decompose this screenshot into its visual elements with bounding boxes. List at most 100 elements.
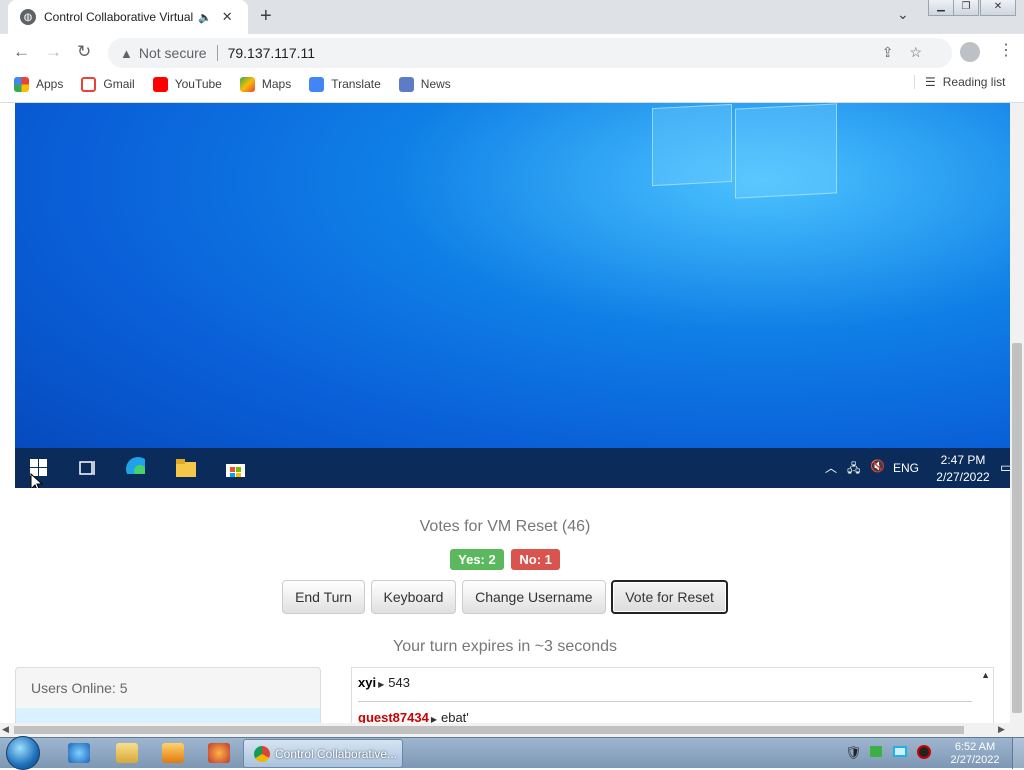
task-label: Control Collaborative... [275, 746, 398, 761]
folder-icon[interactable] [116, 743, 138, 763]
bookmarks-bar: Apps Gmail YouTube Maps Translate News [0, 72, 1024, 96]
address-bar[interactable]: ▲ Not secure 79.137.117.11 ⇪☆ [108, 38, 952, 68]
host-date: 2/27/2022 [950, 754, 1000, 766]
turn-timer: Your turn expires in ~3 seconds [393, 638, 617, 655]
scrollbar-thumb[interactable] [1012, 343, 1022, 713]
app-icon[interactable] [208, 743, 230, 763]
browser-tab[interactable]: ◍ Control Collaborative Virtual 🔈 ✕ [8, 0, 248, 34]
gmail-icon [81, 76, 97, 92]
translate-icon [309, 76, 325, 92]
kebab-menu-icon[interactable]: ⋮ [998, 40, 1014, 60]
arrow-right-icon: ▶ [378, 680, 385, 689]
minimize-button[interactable]: ▁ [928, 0, 954, 16]
forward-icon[interactable]: → [45, 42, 62, 62]
bookmark-gmail[interactable]: Gmail [81, 76, 135, 92]
tab-title: Control Collaborative Virtual [44, 10, 194, 24]
audio-icon[interactable]: 🔈 [198, 11, 212, 24]
internet-explorer-icon[interactable] [68, 743, 90, 763]
reading-list-icon: ☰ [925, 75, 936, 89]
network-icon[interactable]: 🖧 [847, 459, 860, 480]
scrollbar-thumb[interactable] [14, 726, 964, 734]
news-icon [398, 76, 414, 92]
bookmark-maps[interactable]: Maps [239, 76, 291, 92]
users-online-header: Users Online: 5 [31, 680, 128, 696]
vm-taskbar: ︿ 🖧 🔇 ENG 2:47 PM 2/27/2022 ▭ [15, 448, 1010, 488]
volume-muted-icon[interactable]: 🔇 [870, 459, 885, 473]
store-icon[interactable] [225, 459, 245, 477]
user-list-item[interactable] [16, 708, 320, 723]
edge-icon[interactable] [125, 456, 145, 474]
no-votes-badge: No: 1 [511, 549, 560, 570]
notification-icon[interactable]: ▭ [1000, 459, 1010, 476]
chevron-up-icon[interactable]: ︿ [825, 459, 837, 476]
chat-text: ebat' [440, 710, 469, 723]
volume-icon[interactable] [917, 745, 931, 759]
keyboard-button[interactable]: Keyboard [370, 580, 457, 614]
taskbar-chrome-task[interactable]: Control Collaborative... [243, 739, 403, 768]
flag-icon[interactable] [870, 746, 882, 757]
chat-username[interactable]: guest87434 [358, 710, 429, 723]
profile-avatar[interactable] [960, 42, 980, 62]
change-username-button[interactable]: Change Username [462, 580, 606, 614]
divider [216, 45, 218, 61]
horizontal-scrollbar[interactable]: ◀ ▶ [0, 723, 1024, 737]
apps-grid-icon [14, 76, 29, 92]
divider [358, 701, 972, 702]
reading-list-button[interactable]: ☰ Reading list [914, 75, 1005, 89]
scroll-right-icon[interactable]: ▶ [998, 724, 1005, 735]
media-player-icon[interactable] [162, 743, 184, 763]
maps-icon [239, 76, 255, 92]
chevron-down-icon[interactable]: ⌄ [897, 6, 909, 23]
windows-logo-pane [652, 103, 732, 187]
host-clock[interactable]: 6:52 AM 2/27/2022 [940, 741, 1010, 767]
tab-close-icon[interactable]: ✕ [222, 9, 233, 25]
page-viewport: ︿ 🖧 🔇 ENG 2:47 PM 2/27/2022 ▭ Votes for … [0, 103, 1010, 723]
bookmark-apps[interactable]: Apps [14, 76, 63, 92]
vm-clock-time: 2:47 PM [940, 453, 986, 467]
network-icon[interactable] [893, 746, 907, 757]
chat-message: xyi ▶ 543 [358, 675, 410, 690]
start-orb-icon[interactable] [6, 736, 40, 770]
browser-toolbar: ← → ↻ ▲ Not secure 79.137.117.11 ⇪☆ [0, 34, 1024, 72]
chat-message: guest87434 ▶ ebat' [358, 710, 469, 723]
youtube-icon [152, 76, 168, 92]
chat-text: 543 [388, 675, 410, 690]
close-window-button[interactable]: ✕ [980, 0, 1016, 16]
host-time: 6:52 AM [954, 741, 996, 753]
scroll-left-icon[interactable]: ◀ [2, 724, 9, 735]
task-view-icon[interactable] [78, 459, 98, 477]
maximize-button[interactable]: ❐ [953, 0, 979, 16]
file-explorer-icon[interactable] [176, 459, 196, 477]
bookmark-news[interactable]: News [398, 76, 451, 92]
chat-panel: xyi ▶ 543 guest87434 ▶ ebat' ▲ [351, 667, 994, 723]
windows-logo-pane [735, 103, 837, 199]
vertical-scrollbar[interactable] [1010, 103, 1024, 723]
security-icon[interactable]: 🛡 [845, 745, 862, 761]
new-tab-icon[interactable]: + [260, 5, 272, 28]
share-star-icons[interactable]: ⇪☆ [882, 44, 938, 61]
tab-strip: ◍ Control Collaborative Virtual 🔈 ✕ + ⌄ … [0, 0, 1024, 34]
vote-reset-button[interactable]: Vote for Reset [611, 580, 728, 614]
control-buttons: End Turn Keyboard Change Username Vote f… [0, 580, 1010, 614]
vm-screen[interactable]: ︿ 🖧 🔇 ENG 2:47 PM 2/27/2022 ▭ [15, 103, 1010, 488]
globe-icon: ◍ [20, 9, 36, 25]
bookmark-translate[interactable]: Translate [309, 76, 381, 92]
votes-title: Votes for VM Reset (46) [419, 518, 591, 535]
reload-icon[interactable]: ↻ [77, 42, 91, 62]
chat-username[interactable]: xyi [358, 675, 376, 690]
bookmark-youtube[interactable]: YouTube [152, 76, 222, 92]
users-panel: Users Online: 5 [15, 667, 321, 723]
show-desktop-button[interactable] [1012, 738, 1024, 769]
host-taskbar: Control Collaborative... 🛡 6:52 AM 2/27/… [0, 736, 1024, 770]
vm-clock-date: 2/27/2022 [936, 470, 990, 484]
mouse-cursor-icon [30, 473, 44, 488]
vote-badges: Yes: 2 No: 1 [0, 549, 1010, 570]
back-icon[interactable]: ← [13, 42, 30, 62]
security-label: Not secure [138, 45, 207, 61]
arrow-right-icon: ▶ [430, 715, 437, 723]
end-turn-button[interactable]: End Turn [282, 580, 365, 614]
chrome-icon [254, 745, 270, 762]
url-text: 79.137.117.11 [227, 45, 316, 61]
scroll-up-icon[interactable]: ▲ [981, 670, 990, 680]
language-indicator[interactable]: ENG [893, 461, 919, 475]
